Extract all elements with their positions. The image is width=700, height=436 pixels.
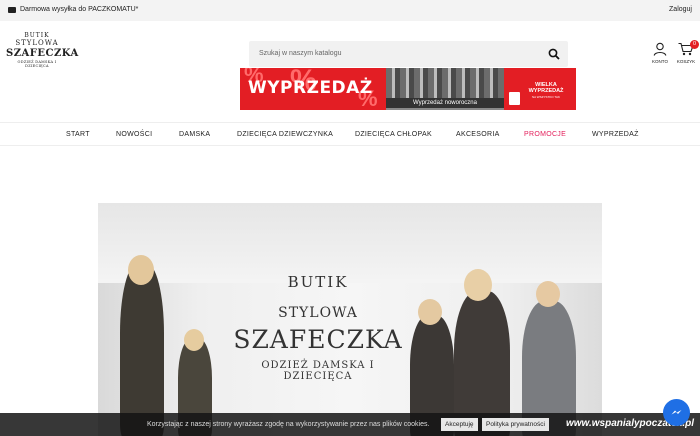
logo-line-2: STYLOWA xyxy=(15,39,59,47)
shopping-bag-icon xyxy=(509,92,520,105)
sale-banner[interactable]: % % % WYPRZEDAŻ xyxy=(240,68,386,110)
privacy-policy-button[interactable]: Polityka prywatności xyxy=(482,418,549,431)
messenger-icon xyxy=(671,410,682,415)
hero-line-2: STYLOWA xyxy=(278,305,358,321)
hero-line-3: SZAFECZKA xyxy=(233,325,403,354)
nav-item-akcesoria[interactable]: AKCESORIA xyxy=(456,131,500,138)
model-woman-left xyxy=(120,263,164,436)
cart-label: KOSZYK xyxy=(676,59,696,64)
messenger-chat-button[interactable] xyxy=(663,399,690,426)
logo-line-1: BUTIK xyxy=(24,32,50,39)
new-year-sale-text: Wyprzedaż noworoczna xyxy=(386,98,504,108)
login-link[interactable]: Zaloguj xyxy=(669,6,692,13)
model-head xyxy=(128,255,154,285)
search-bar[interactable]: Szukaj w naszym katalogu xyxy=(249,41,568,67)
nav-item-wyprzedaz[interactable]: WYPRZEDAŻ xyxy=(592,131,639,138)
sale-banner-text: WYPRZEDAŻ xyxy=(248,78,373,98)
site-logo[interactable]: BUTIK STYLOWA SZAFECZKA ODZIEŻ DAMSKA I … xyxy=(6,32,79,78)
cart-button[interactable]: 0 KOSZYK xyxy=(676,40,699,64)
model-head xyxy=(464,269,492,301)
cookie-accept-button[interactable]: Akceptuję xyxy=(441,418,478,431)
search-input[interactable]: Szukaj w naszym katalogu xyxy=(259,50,341,57)
big-sale-subtext: NA WSZYSTKO TAK xyxy=(531,95,561,99)
nav-item-start[interactable]: START xyxy=(66,131,90,138)
model-head xyxy=(418,299,442,325)
new-year-sale-banner[interactable]: Wyprzedaż noworoczna xyxy=(386,68,504,110)
window-background xyxy=(98,203,602,283)
promo-banners: % % % WYPRZEDAŻ Wyprzedaż noworoczna WIE… xyxy=(240,68,576,110)
main-nav: START NOWOŚCI DAMSKA DZIECIĘCA DZIEWCZYN… xyxy=(0,122,700,146)
nav-item-damska[interactable]: DAMSKA xyxy=(179,131,210,138)
nav-item-promocje[interactable]: PROMOCJE xyxy=(524,131,566,138)
logo-line-4: ODZIEŻ DAMSKA I DZIECIĘCA xyxy=(17,60,57,68)
big-sale-banner[interactable]: WIELKA WYPRZEDAŻ NA WSZYSTKO TAK xyxy=(504,68,576,110)
hero-line-1: BUTIK xyxy=(287,273,349,291)
cookie-bar: Korzystając z naszej strony wyrażasz zgo… xyxy=(0,413,700,436)
cart-count-badge: 0 xyxy=(690,40,699,49)
hero-line-4: ODZIEŻ DAMSKA I DZIECIĘCA xyxy=(261,360,375,382)
hero-logo-text: BUTIK STYLOWA SZAFECZKA ODZIEŻ DAMSKA I … xyxy=(228,273,408,382)
nav-item-nowosci[interactable]: NOWOŚCI xyxy=(116,131,152,138)
nav-item-dziecieca-chlopak[interactable]: DZIECIĘCA CHŁOPAK xyxy=(355,131,432,138)
search-icon[interactable] xyxy=(548,48,560,60)
account-button[interactable]: KONTO xyxy=(650,42,670,64)
model-head xyxy=(184,329,204,351)
model-head xyxy=(536,281,560,307)
shipping-info: Darmowa wysyłka do PACZKOMATU* xyxy=(8,6,138,13)
truck-icon xyxy=(8,6,16,13)
shipping-text: Darmowa wysyłka do PACZKOMATU* xyxy=(20,6,139,13)
clothing-rack-image xyxy=(386,68,504,98)
cookie-message: Korzystając z naszej strony wyrażasz zgo… xyxy=(147,421,430,428)
account-label: KONTO xyxy=(652,59,668,64)
big-sale-text: WIELKA WYPRZEDAŻ xyxy=(528,82,564,94)
hero-banner[interactable]: BUTIK STYLOWA SZAFECZKA ODZIEŻ DAMSKA I … xyxy=(98,203,602,436)
user-icon xyxy=(653,42,667,56)
top-bar: Darmowa wysyłka do PACZKOMATU* Zaloguj xyxy=(0,0,700,21)
nav-item-dziecieca-dziewczynka[interactable]: DZIECIĘCA DZIEWCZYNKA xyxy=(237,131,333,138)
logo-line-3: SZAFECZKA xyxy=(6,48,79,59)
